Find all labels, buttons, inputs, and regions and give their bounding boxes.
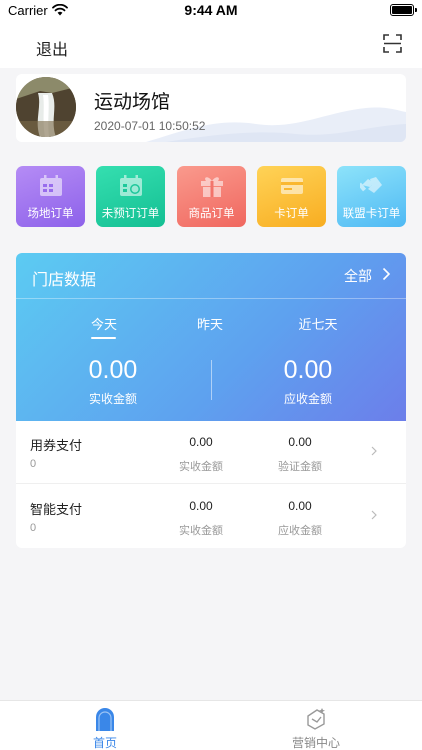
venue-orders-button[interactable]: 场地订单 (16, 166, 85, 227)
tab-last-seven-days[interactable]: 近七天 (288, 314, 348, 333)
payment-value: 0.00 (189, 435, 213, 449)
received-amount-value: 0.00 (88, 356, 138, 384)
store-data-card: 门店数据 全部 今天 昨天 近七天 0.00 实收金额 0.00 应收金额 用券… (16, 253, 406, 548)
tab-label: 首页 (92, 736, 117, 750)
venue-avatar[interactable] (16, 77, 76, 137)
product-orders-button[interactable]: 商品订单 (177, 166, 246, 227)
view-all-link[interactable]: 全部 (344, 266, 372, 286)
tab-today[interactable]: 今天 (74, 314, 134, 333)
tab-label: 营销中心 (291, 736, 340, 750)
bottom-tab-bar: 首页 营销中心 (0, 700, 422, 750)
payment-name: 用券支付 (30, 439, 83, 454)
venue-timestamp: 2020-07-01 10:50:52 (94, 119, 206, 133)
calendar-icon (40, 175, 62, 196)
quick-action-label: 联盟卡订单 (342, 206, 401, 220)
chevron-right-icon (371, 446, 377, 456)
tab-marketing-center[interactable]: 营销中心 (256, 701, 376, 750)
gift-icon (201, 177, 223, 197)
logout-button[interactable]: 退出 (36, 36, 68, 60)
divider (16, 298, 406, 299)
marketing-icon (307, 708, 325, 730)
store-data-title: 门店数据 (32, 270, 97, 289)
quick-action-label: 商品订单 (188, 206, 235, 220)
scan-icon[interactable] (383, 34, 402, 53)
tab-yesterday[interactable]: 昨天 (180, 314, 240, 333)
payment-count: 0 (30, 458, 37, 470)
active-tab-indicator (91, 337, 116, 339)
payment-value: 0.00 (189, 499, 213, 513)
payment-label: 实收金额 (179, 524, 223, 537)
home-icon (96, 708, 114, 731)
quick-action-label: 场地订单 (27, 206, 74, 220)
handshake-icon (360, 177, 382, 193)
alliance-card-orders-button[interactable]: 联盟卡订单 (337, 166, 406, 227)
receivable-amount-label: 应收金额 (283, 392, 332, 406)
payment-label: 实收金额 (179, 460, 223, 473)
receivable-amount-value: 0.00 (283, 356, 333, 384)
store-data-header: 门店数据 全部 今天 昨天 近七天 0.00 实收金额 0.00 应收金额 (16, 253, 406, 421)
payment-label: 应收金额 (278, 524, 322, 537)
coupon-payment-row[interactable]: 用券支付 0 0.00 实收金额 0.00 验证金额 (16, 421, 406, 484)
card-icon (281, 178, 303, 194)
unbooked-orders-button[interactable]: 未预订订单 (96, 166, 165, 227)
payment-label: 验证金额 (278, 460, 322, 473)
smart-payment-row[interactable]: 智能支付 0 0.00 实收金额 0.00 应收金额 (16, 485, 406, 548)
payment-count: 0 (30, 522, 37, 534)
divider (211, 360, 212, 400)
received-amount-label: 实收金额 (88, 392, 137, 406)
quick-action-label: 未预订订单 (101, 206, 160, 220)
payment-name: 智能支付 (30, 503, 83, 518)
payment-value: 0.00 (288, 499, 312, 513)
tab-home[interactable]: 首页 (45, 701, 165, 750)
chevron-right-icon[interactable] (382, 267, 391, 281)
payment-value: 0.00 (288, 435, 312, 449)
chevron-right-icon (371, 510, 377, 520)
battery-icon (390, 4, 417, 16)
nav-bar: 退出 (0, 22, 422, 68)
calendar-clock-icon (120, 175, 142, 196)
card-orders-button[interactable]: 卡订单 (257, 166, 326, 227)
waterfall-image (16, 77, 76, 137)
clock-time: 9:44 AM (184, 2, 238, 18)
status-bar: Carrier 9:44 AM (0, 0, 422, 22)
quick-action-label: 卡订单 (274, 206, 309, 220)
venue-name: 运动场馆 (94, 91, 171, 113)
